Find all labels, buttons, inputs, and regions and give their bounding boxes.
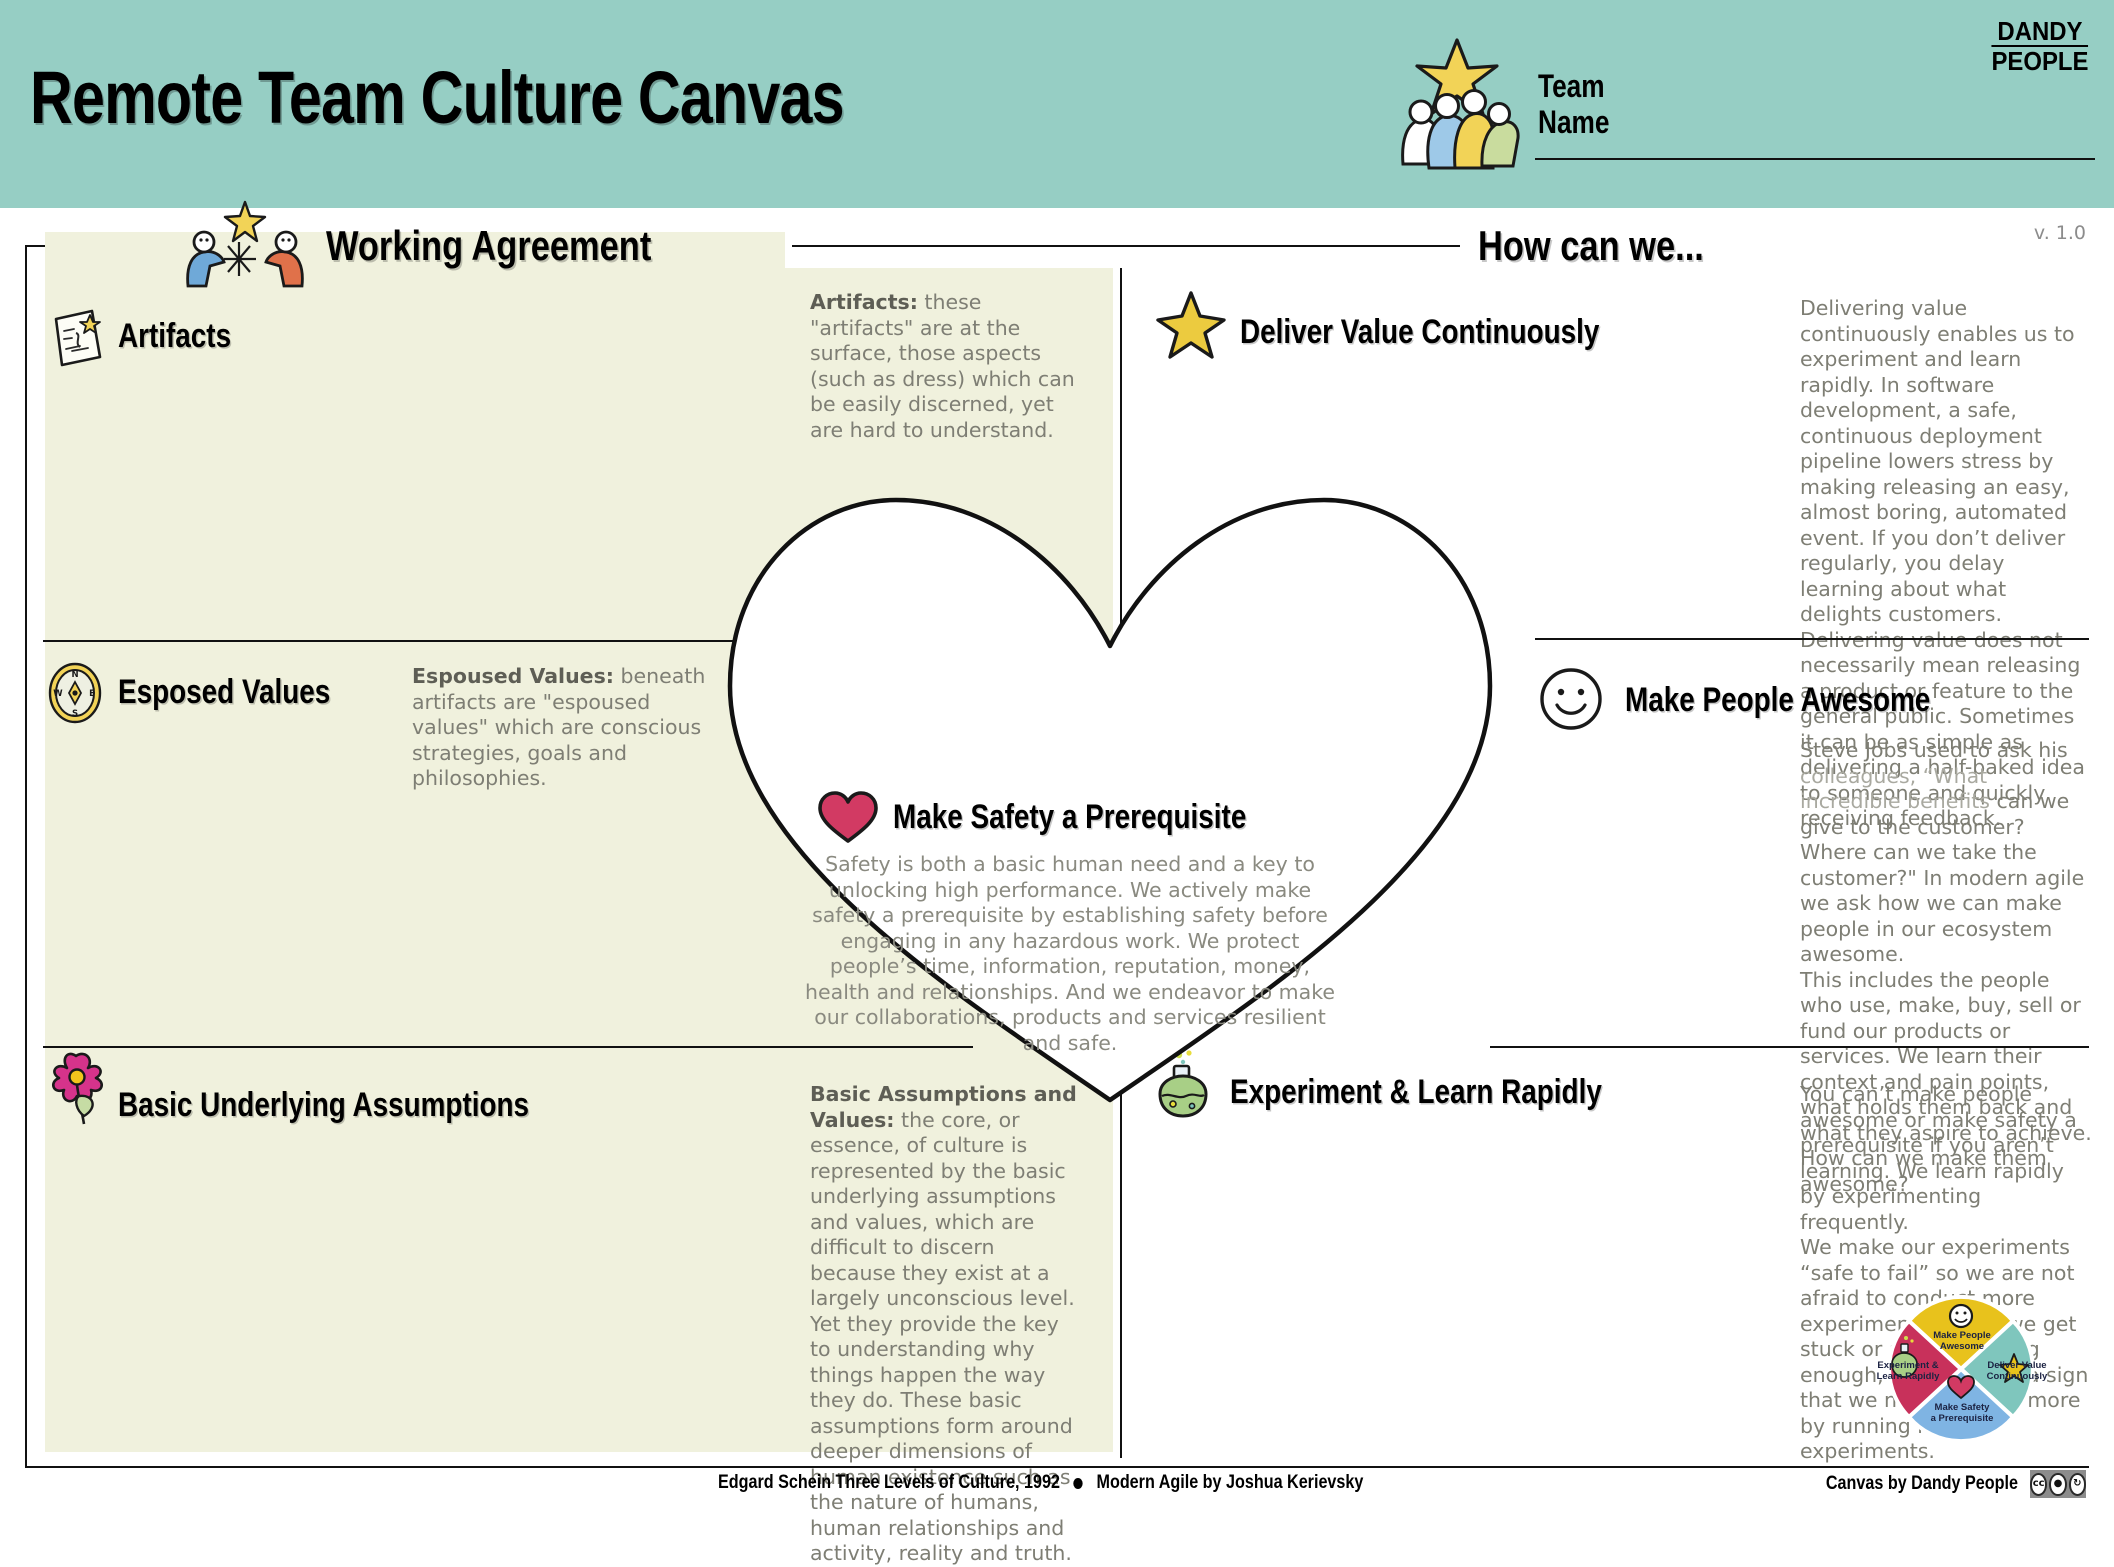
cc-sa-icon: ↻ bbox=[2068, 1472, 2086, 1496]
section-title-deliver-value: Deliver Value Continuously bbox=[1240, 313, 1600, 351]
make-safety-description: Safety is both a basic human need and a … bbox=[805, 852, 1335, 1055]
team-name-block: Team Name bbox=[1385, 28, 2095, 198]
footer-credits: Edgard Schein Three Levels of Culture, 1… bbox=[718, 1472, 1363, 1494]
mpa-desc-part2: can we give to the customer? Where can w… bbox=[1800, 789, 2085, 966]
svg-text:S: S bbox=[72, 709, 78, 719]
two-people-highfive-icon bbox=[186, 200, 304, 288]
flower-icon bbox=[51, 1052, 104, 1125]
page-title: Remote Team Culture Canvas bbox=[30, 56, 845, 139]
compass-icon: N S E W bbox=[48, 662, 102, 724]
version-label: v. 1.0 bbox=[2033, 222, 2086, 244]
svg-text:E: E bbox=[89, 689, 95, 699]
cc-icon: cc bbox=[2030, 1472, 2048, 1496]
experiment-learn-rule bbox=[1490, 1046, 2089, 1048]
star-icon bbox=[1156, 291, 1226, 359]
wheel-label-make-safety: Make Safety a Prerequisite bbox=[1930, 1402, 1994, 1424]
esposed-values-rule bbox=[43, 640, 743, 642]
working-agreement-rule bbox=[792, 245, 1122, 247]
bullet-dot-icon bbox=[1073, 1477, 1083, 1489]
artifacts-desc-lead: Artifacts: bbox=[810, 290, 918, 314]
working-agreement-title: Working Agreement bbox=[326, 222, 652, 269]
mpa-desc-faded: colleagues, “What incredible benefits bbox=[1800, 763, 1990, 814]
mpa-desc-part1: Steve Jobs used to ask his bbox=[1800, 738, 2068, 762]
how-can-we-rule bbox=[1120, 245, 1460, 247]
esposed-values-description: Espoused Values: beneath artifacts are "… bbox=[412, 664, 712, 792]
logo-line-1: DANDY bbox=[1990, 18, 2088, 47]
left-panel-border bbox=[25, 245, 28, 1467]
section-title-make-safety: Make Safety a Prerequisite bbox=[892, 798, 1246, 836]
footer-credit-1: Edgard Schein Three Levels of Culture, 1… bbox=[718, 1472, 1060, 1493]
footer-credit-right: Canvas by Dandy People bbox=[1825, 1473, 2018, 1494]
team-name-input-line[interactable] bbox=[1535, 158, 2095, 160]
smiley-icon bbox=[1540, 668, 1602, 730]
svg-text:N: N bbox=[71, 670, 78, 680]
cc-by-icon: ● bbox=[2049, 1472, 2067, 1496]
document-star-icon bbox=[54, 309, 102, 367]
make-people-awesome-rule bbox=[1535, 638, 2089, 640]
canvas-root: Remote Team Culture Canvas Team Name DAN… bbox=[0, 0, 2114, 1565]
cc-license-badge-icon: cc ● ↻ bbox=[2030, 1470, 2086, 1498]
esposed-values-desc-lead: Espoused Values: bbox=[412, 664, 614, 688]
section-title-basic-assumptions: Basic Underlying Assumptions bbox=[118, 1086, 530, 1124]
footer-rule bbox=[25, 1466, 2089, 1468]
footer-right-block: Canvas by Dandy People cc ● ↻ bbox=[1792, 1470, 2086, 1498]
section-title-make-people-awesome: Make People Awesome bbox=[1625, 681, 1931, 719]
artifacts-description: Artifacts: these "artifacts" are at the … bbox=[810, 290, 1078, 443]
wheel-label-experiment-learn: Experiment & Learn Rapidly bbox=[1876, 1360, 1940, 1382]
how-can-we-title: How can we... bbox=[1478, 222, 1704, 269]
footer-credit-2: Modern Agile by Joshua Kerievsky bbox=[1096, 1472, 1364, 1493]
heart-icon bbox=[817, 791, 878, 843]
footer: Edgard Schein Three Levels of Culture, 1… bbox=[0, 1470, 2114, 1498]
section-title-esposed-values: Esposed Values bbox=[118, 673, 331, 711]
wheel-label-make-people-awesome: Make People Awesome bbox=[1933, 1330, 1991, 1352]
team-star-icon bbox=[1401, 38, 1520, 170]
modern-agile-wheel: Make People Awesome Deliver Value Contin… bbox=[1876, 1294, 2048, 1444]
section-title-artifacts: Artifacts bbox=[118, 317, 232, 355]
basic-assumptions-desc-body: the core, or essence, of culture is repr… bbox=[810, 1107, 1075, 1566]
el-desc-part1: You can’t make people awesome or make sa… bbox=[1800, 1082, 2077, 1234]
team-name-label: Team Name bbox=[1538, 68, 1610, 140]
svg-text:W: W bbox=[53, 689, 63, 699]
wheel-label-deliver-value: Deliver Value Continuously bbox=[1986, 1360, 2048, 1382]
make-safety-block: Make Safety a Prerequisite Safety is bot… bbox=[760, 790, 1380, 1056]
logo-line-2: PEOPLE bbox=[1990, 46, 2088, 76]
dandy-people-logo: DANDY PEOPLE bbox=[1990, 18, 2088, 76]
header-bar: Remote Team Culture Canvas Team Name DAN… bbox=[0, 0, 2114, 208]
